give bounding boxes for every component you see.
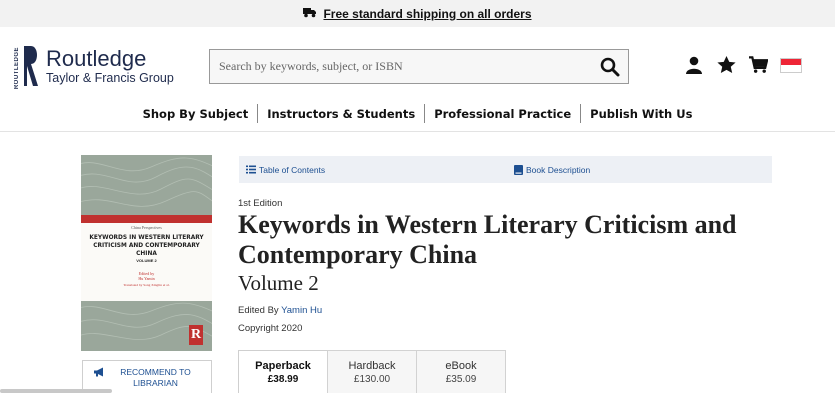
editor-link[interactable]: Yamin Hu [281,305,322,316]
format-ebook[interactable]: eBook £35.09 [416,350,506,393]
truck-icon [303,7,317,21]
singapore-flag-icon[interactable] [780,57,802,73]
search-button[interactable] [592,50,628,83]
search-bar [209,49,629,84]
copyright-label: Copyright 2020 [238,323,303,334]
tab-label: Table of Contents [259,164,326,175]
routledge-logo[interactable]: ROUTLEDGE Routledge Taylor & Francis Gro… [14,44,174,90]
cover-series: China Perspectives [131,225,162,230]
cart-icon[interactable] [748,55,768,75]
nav-publish-with-us[interactable]: Publish With Us [581,107,701,121]
tab-book-description[interactable]: Book Description [514,156,590,183]
star-icon[interactable] [716,55,736,75]
format-label: Hardback [348,360,396,372]
promo-bar: Free standard shipping on all orders [0,0,835,27]
nav-professional-practice[interactable]: Professional Practice [425,107,580,121]
nav-divider-line [0,131,835,132]
format-selector: Paperback £38.99 Hardback £130.00 eBook … [238,350,506,393]
horizontal-scrollbar[interactable] [0,389,112,393]
user-icon[interactable] [684,55,704,75]
format-price: £130.00 [353,374,391,385]
book-cover[interactable]: China Perspectives KEYWORDS IN WESTERN L… [81,155,212,351]
search-icon [600,57,620,76]
format-paperback[interactable]: Paperback £38.99 [238,350,328,393]
content-tabs: Table of Contents Book Description [239,156,772,183]
cover-translated: Translated by Song Xinglin et al. [123,283,170,287]
format-label: eBook [445,360,477,372]
book-title: Keywords in Western Literary Criticism a… [238,210,737,269]
book-icon [514,164,523,175]
format-label: Paperback [255,360,311,372]
format-price: £35.09 [445,374,477,385]
nav-instructors-students[interactable]: Instructors & Students [258,107,424,121]
edition-label: 1st Edition [238,198,283,209]
tab-label: Book Description [526,164,591,175]
list-icon [246,165,256,174]
recommend-label: RECOMMEND TO LIBRARIAN [120,367,191,388]
main-nav: Shop By Subject Instructors & Students P… [0,104,835,123]
cover-title: KEYWORDS IN WESTERN LITERARY CRITICISM A… [89,233,204,257]
free-shipping-link[interactable]: Free standard shipping on all orders [323,7,531,21]
search-input[interactable] [210,50,592,83]
nav-shop-by-subject[interactable]: Shop By Subject [134,107,258,121]
cover-volume: VOLUME 2 [136,258,157,263]
edited-by-line: Edited By Yamin Hu [238,305,322,316]
cover-editor: Hu Yamin [138,276,155,281]
book-volume: Volume 2 [238,271,319,295]
format-price: £38.99 [267,374,299,385]
logo-vertical-text: ROUTLEDGE [14,47,20,90]
header-icons [684,55,802,75]
brand-subtitle: Taylor & Francis Group [46,70,174,85]
publisher-logo: R [189,325,203,345]
brand-name: Routledge [46,45,147,71]
routledge-mark-icon: ROUTLEDGE [14,44,40,90]
edited-by-label: Edited By [238,305,279,316]
tab-table-of-contents[interactable]: Table of Contents [246,156,325,183]
format-hardback[interactable]: Hardback £130.00 [327,350,417,393]
megaphone-icon [93,367,103,377]
